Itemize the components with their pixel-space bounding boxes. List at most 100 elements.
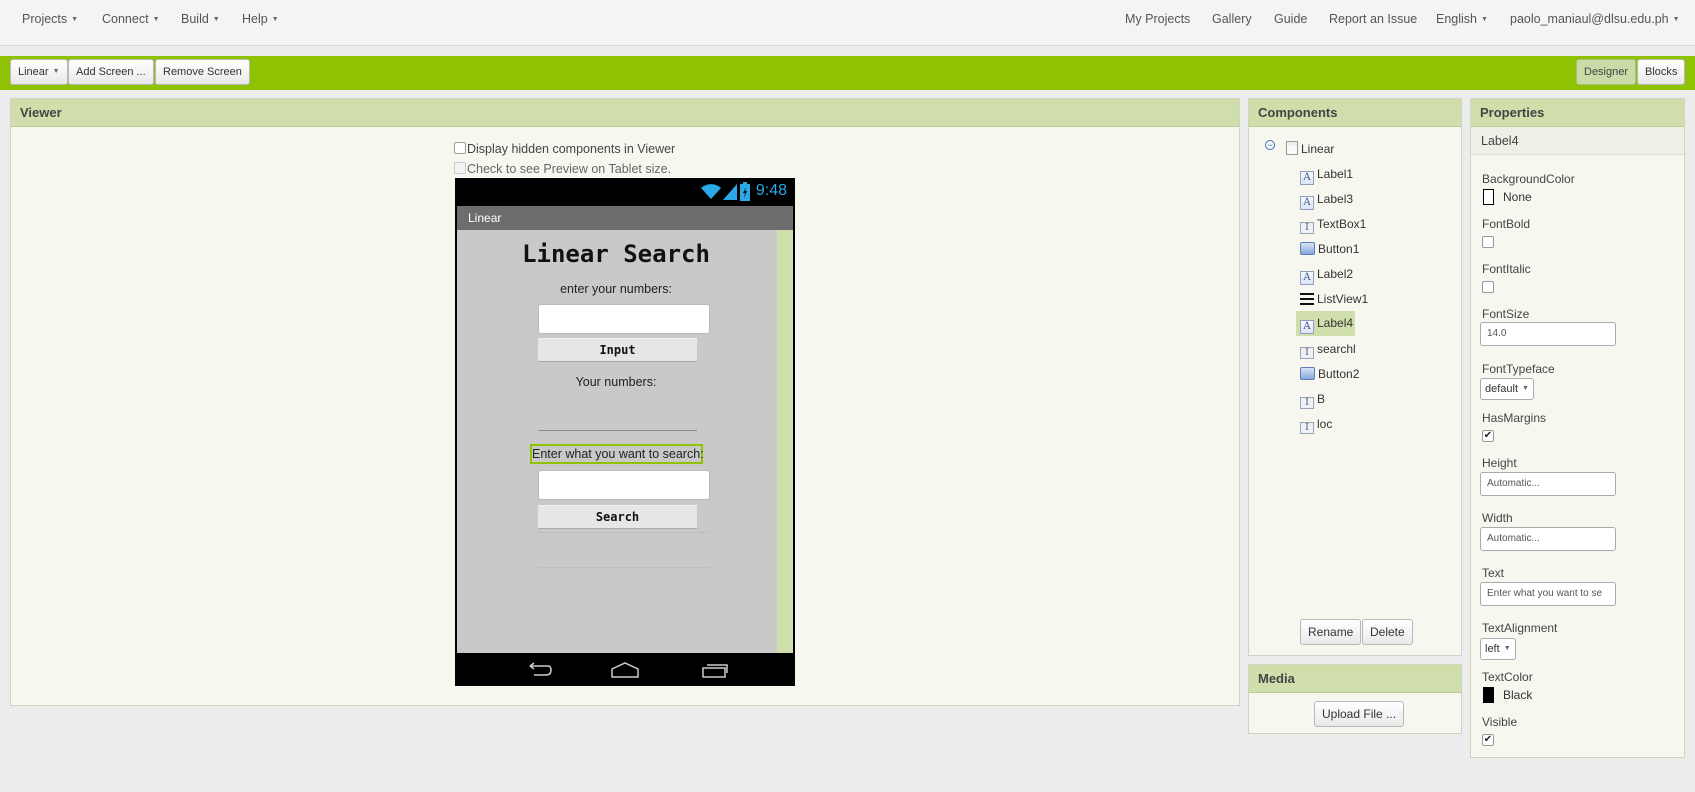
tree-item-b[interactable]: IB (1300, 389, 1325, 409)
tree-item-listview1[interactable]: ListView1 (1300, 289, 1368, 309)
tree-item-label: Label4 (1317, 316, 1354, 330)
tree-item-searchl[interactable]: Isearchl (1300, 339, 1356, 359)
tree-item-label1[interactable]: A Label1 (1300, 164, 1354, 185)
menu-help-label: Help (242, 12, 268, 26)
width-input[interactable]: Automatic... (1480, 527, 1616, 551)
designer-button[interactable]: Designer (1576, 59, 1637, 85)
account-label: paolo_maniaul@dlsu.edu.ph (1510, 12, 1669, 26)
caret-down-icon: ▼ (71, 16, 79, 23)
fontsize-input[interactable]: 14.0 (1480, 322, 1616, 346)
fonttypeface-select[interactable]: default ▼ (1480, 378, 1534, 400)
tablet-preview-checkbox[interactable] (454, 162, 466, 174)
visible-checkbox[interactable] (1482, 734, 1494, 746)
tree-item-label: searchl (1317, 342, 1356, 356)
textalignment-value: left (1485, 643, 1500, 655)
prop-text-label: Text (1482, 566, 1505, 580)
prop-width-label: Width (1482, 511, 1513, 525)
menu-build[interactable]: Build ▼ (181, 12, 220, 26)
status-bar: 9:48 (455, 178, 795, 206)
link-guide[interactable]: Guide (1274, 12, 1307, 26)
menu-help[interactable]: Help ▼ (242, 12, 279, 26)
label-icon: A (1300, 271, 1314, 285)
menu-build-label: Build (181, 12, 209, 26)
menu-language[interactable]: English ▼ (1436, 12, 1488, 26)
hasmargins-checkbox[interactable] (1482, 430, 1494, 442)
app-title-label[interactable]: Linear Search (457, 240, 775, 268)
prop-textcolor-label: TextColor (1482, 670, 1533, 684)
tree-item-button1[interactable]: Button1 (1300, 239, 1359, 259)
height-input[interactable]: Automatic... (1480, 472, 1616, 496)
tree-item-label: Label3 (1317, 192, 1354, 206)
listview-icon (1300, 293, 1314, 305)
blocks-button[interactable]: Blocks (1637, 59, 1686, 85)
properties-title: Properties (1471, 99, 1684, 127)
search-button[interactable]: Search (538, 505, 697, 529)
numbers-textbox[interactable] (538, 304, 710, 334)
tree-item-linear[interactable]: Linear (1286, 139, 1334, 159)
fontbold-checkbox[interactable] (1482, 236, 1494, 248)
caret-down-icon: ▼ (1481, 16, 1488, 23)
search-textbox[interactable] (538, 470, 710, 500)
remove-screen-button[interactable]: Remove Screen (155, 59, 250, 85)
menu-connect-label: Connect (102, 12, 149, 26)
display-hidden-checkbox[interactable] (454, 142, 466, 154)
textalignment-select[interactable]: left ▼ (1480, 638, 1516, 660)
tree-item-label3[interactable]: A Label3 (1300, 189, 1354, 210)
tree-item-label: Label1 (1317, 167, 1354, 181)
empty-label-line[interactable] (538, 430, 697, 431)
add-screen-button[interactable]: Add Screen ... (68, 59, 154, 85)
textcolor-value[interactable]: Black (1503, 688, 1532, 702)
textbox-icon: I (1300, 422, 1314, 434)
rename-button[interactable]: Rename (1300, 619, 1362, 645)
backgroundcolor-value[interactable]: None (1503, 190, 1532, 204)
input-button[interactable]: Input (538, 338, 697, 362)
tree-item-textbox1[interactable]: I TextBox1 (1300, 214, 1366, 234)
caret-down-icon: ▼ (212, 16, 220, 23)
tree-item-label4[interactable]: A Label4 (1296, 311, 1356, 336)
link-report-issue[interactable]: Report an Issue (1329, 12, 1417, 26)
listview[interactable] (538, 532, 710, 602)
textbox-icon: I (1300, 347, 1314, 359)
tree-item-loc[interactable]: Iloc (1300, 414, 1332, 434)
collapse-tree-icon[interactable]: − (1265, 140, 1275, 150)
status-time: 9:48 (755, 182, 787, 199)
backgroundcolor-swatch[interactable] (1483, 189, 1494, 205)
tree-item-label: TextBox1 (1317, 217, 1367, 231)
fontitalic-checkbox[interactable] (1482, 281, 1494, 293)
link-my-projects[interactable]: My Projects (1125, 12, 1190, 26)
tree-item-label2[interactable]: A Label2 (1300, 264, 1353, 285)
link-gallery[interactable]: Gallery (1212, 12, 1252, 26)
tree-item-label: Linear (1301, 142, 1335, 156)
menu-projects-label: Projects (22, 12, 68, 26)
label-icon: A (1300, 320, 1314, 334)
your-numbers-label[interactable]: Your numbers: (457, 375, 775, 389)
prop-fonttypeface-label: FontTypeface (1482, 362, 1555, 376)
wifi-icon (701, 184, 721, 199)
screen-scroll-strip (777, 230, 793, 653)
display-hidden-label: Display hidden components in Viewer (467, 142, 676, 156)
tablet-preview-row: Check to see Preview on Tablet size. (454, 162, 671, 176)
viewer-title: Viewer (11, 99, 1239, 127)
delete-button[interactable]: Delete (1362, 619, 1413, 645)
upload-file-button[interactable]: Upload File ... (1314, 701, 1405, 727)
screen-select-label: Linear (18, 66, 49, 78)
prop-fontbold-label: FontBold (1482, 217, 1531, 231)
menu-account[interactable]: paolo_maniaul@dlsu.edu.ph ▼ (1510, 12, 1680, 26)
menu-projects[interactable]: Projects ▼ (22, 12, 78, 26)
media-title: Media (1249, 665, 1461, 693)
screen-title-bar: Linear (457, 206, 793, 230)
home-icon (611, 662, 639, 678)
textcolor-swatch[interactable] (1483, 687, 1494, 703)
phone-mockup: 9:48 Linear Linear Search enter your num… (455, 178, 795, 686)
button-icon (1300, 367, 1315, 380)
enter-numbers-label[interactable]: enter your numbers: (457, 282, 775, 296)
tree-item-button2[interactable]: Button2 (1300, 364, 1359, 384)
screen-select-button[interactable]: Linear ▼ (10, 59, 68, 85)
text-input[interactable]: Enter what you want to se (1480, 582, 1616, 606)
tree-item-label: loc (1317, 417, 1333, 431)
label-icon: A (1300, 171, 1314, 185)
phone-screen: Linear Search enter your numbers: Input … (457, 230, 793, 653)
components-title: Components (1249, 99, 1461, 127)
enter-search-label-selected[interactable]: Enter what you want to search: (530, 444, 704, 464)
menu-connect[interactable]: Connect ▼ (102, 12, 160, 26)
